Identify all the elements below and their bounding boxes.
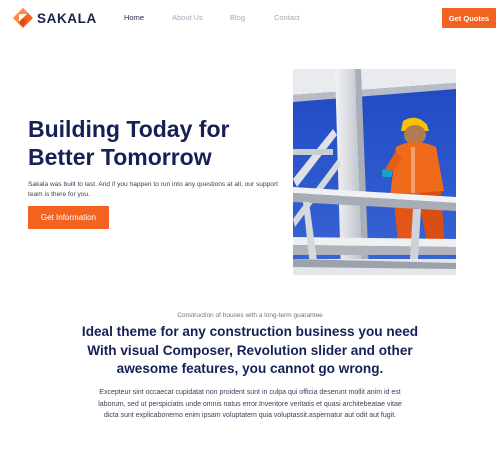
section-heading: Ideal theme for any construction busines…: [81, 324, 419, 376]
nav-blog[interactable]: Blog: [230, 13, 245, 22]
hero-title-line-2: Better Tomorrow: [28, 144, 212, 170]
logo-mark-icon: [13, 8, 33, 28]
hero-title-line-1: Building Today for: [28, 116, 230, 142]
site-header: SAKALA Home About Us Blog Contact Get Qu…: [0, 0, 500, 37]
brand-name: SAKALA: [37, 10, 97, 26]
hero-title: Building Today for Better Tomorrow: [28, 115, 288, 171]
hero-image: [293, 69, 456, 275]
nav-about-us[interactable]: About Us: [172, 13, 203, 22]
section-body: Excepteur sint occaecat cupidatat non pr…: [98, 389, 402, 420]
nav-contact[interactable]: Contact: [274, 13, 300, 22]
get-quotes-button[interactable]: Get Quotes: [442, 8, 496, 28]
brand-logo[interactable]: SAKALA: [13, 8, 97, 28]
nav-home[interactable]: Home: [124, 13, 144, 22]
get-information-button[interactable]: Get Information: [28, 206, 109, 229]
hero-description: Sakala was built to last. And if you hap…: [28, 181, 278, 198]
construction-worker-illustration: [293, 69, 456, 275]
section-subtitle: Construction of houses with a long-term …: [177, 312, 323, 319]
